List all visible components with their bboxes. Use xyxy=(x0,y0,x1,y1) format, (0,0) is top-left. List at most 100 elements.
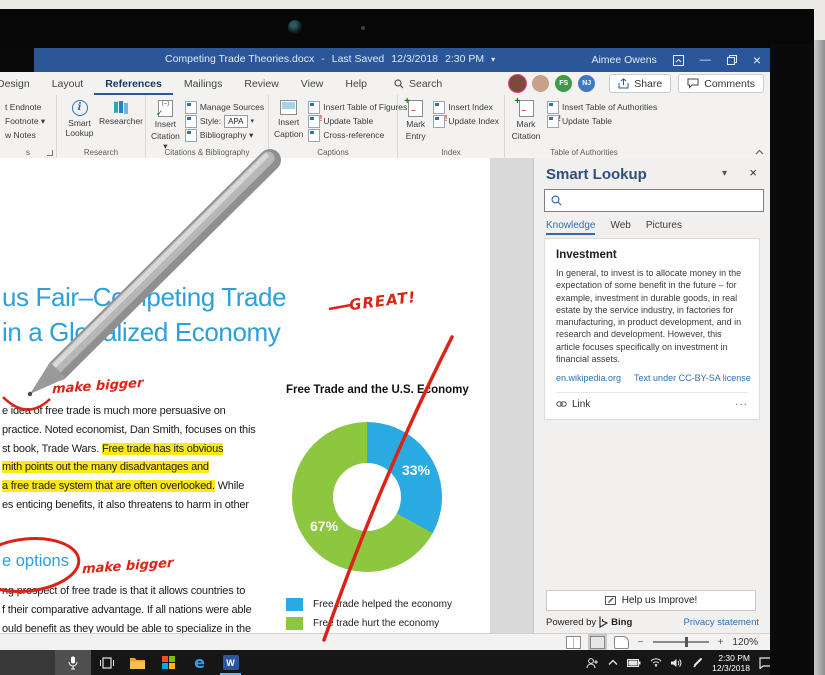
collapse-ribbon-icon[interactable] xyxy=(755,149,764,155)
edge-browser-button[interactable]: e xyxy=(184,650,215,675)
authorities-group-label: Table of Authorities xyxy=(505,148,663,157)
share-button[interactable]: Share xyxy=(609,74,671,93)
link-action[interactable]: Link xyxy=(556,399,590,410)
help-us-improve-button[interactable]: Help us Improve! xyxy=(546,590,756,611)
update-table-authorities-button[interactable]: !Update Table xyxy=(547,115,657,127)
zoom-out-button[interactable]: − xyxy=(638,637,644,648)
smart-lookup-button[interactable]: i Smart Lookup xyxy=(62,98,97,145)
style-icon xyxy=(185,115,197,128)
bibliography-button[interactable]: Bibliography ▾ xyxy=(185,129,264,141)
zoom-slider-thumb[interactable] xyxy=(685,637,688,647)
avatar[interactable]: NJ xyxy=(577,74,596,93)
read-mode-icon[interactable] xyxy=(566,636,581,649)
insert-citation-button[interactable]: (–)✓ Insert Citation ▾ xyxy=(151,98,180,145)
mark-citation-button[interactable]: +– Mark Citation xyxy=(510,98,542,145)
word-window: Competing Trade Theories.docx - Last Sav… xyxy=(0,48,770,650)
insert-table-of-authorities-button[interactable]: Insert Table of Authorities xyxy=(547,101,657,113)
update-table-authorities-label: Update Table xyxy=(562,116,612,126)
pane-close-icon[interactable]: × xyxy=(749,165,757,180)
word-taskbar-button[interactable]: W xyxy=(215,650,246,675)
license-link[interactable]: Text under CC-BY-SA license xyxy=(634,373,751,383)
close-button[interactable]: × xyxy=(753,53,761,67)
signed-in-user[interactable]: Aimee Owens xyxy=(591,54,656,66)
microsoft-store-button[interactable] xyxy=(153,650,184,675)
document-subheading: e options xyxy=(2,552,69,571)
insert-caption-button[interactable]: Insert Caption xyxy=(274,98,303,145)
researcher-button[interactable]: Researcher xyxy=(102,98,140,145)
manage-sources-button[interactable]: Manage Sources xyxy=(185,101,264,113)
donut-chart[interactable]: 33% 67% xyxy=(292,422,442,572)
privacy-statement-link[interactable]: Privacy statement xyxy=(684,617,760,628)
avatar[interactable] xyxy=(508,74,527,93)
document-title-group: Competing Trade Theories.docx - Last Sav… xyxy=(165,53,495,65)
web-layout-icon[interactable] xyxy=(614,636,629,649)
microphone-button[interactable] xyxy=(55,650,91,675)
tab-design[interactable]: Design xyxy=(0,74,41,95)
comments-label: Comments xyxy=(704,78,755,90)
legend-item: Free trade hurt the economy xyxy=(286,617,452,630)
tray-chevron-icon[interactable] xyxy=(608,659,618,666)
restore-button[interactable] xyxy=(727,55,737,65)
last-saved-label: Last Saved xyxy=(332,53,385,65)
source-link[interactable]: en.wikipedia.org xyxy=(556,373,621,383)
avatar[interactable] xyxy=(531,74,550,93)
pane-tab-knowledge[interactable]: Knowledge xyxy=(546,220,595,235)
minimize-button[interactable]: — xyxy=(700,55,711,66)
ribbon-display-options-icon[interactable] xyxy=(673,55,684,66)
mark-citation-label-2: Citation xyxy=(512,131,541,141)
index-group: +– Mark Entry Insert Index !Update Index… xyxy=(398,95,505,158)
zoom-level[interactable]: 120% xyxy=(732,637,758,648)
pane-search-box[interactable] xyxy=(544,189,764,212)
insert-endnote-button[interactable]: t Endnote xyxy=(5,101,51,113)
comments-icon xyxy=(687,78,699,89)
research-group-label: Research xyxy=(57,148,145,157)
task-view-button[interactable] xyxy=(91,650,122,675)
title-separator: - xyxy=(321,53,325,65)
search-label: Search xyxy=(409,78,442,90)
pane-tab-pictures[interactable]: Pictures xyxy=(646,220,682,235)
wifi-icon[interactable] xyxy=(650,658,662,667)
update-table-button[interactable]: !Update Table xyxy=(308,115,407,127)
tab-layout[interactable]: Layout xyxy=(41,74,95,95)
tab-view[interactable]: View xyxy=(290,74,335,95)
tab-help[interactable]: Help xyxy=(334,74,378,95)
avatar[interactable]: FS xyxy=(554,74,573,93)
mark-entry-button[interactable]: +– Mark Entry xyxy=(403,98,428,145)
insert-table-of-figures-button[interactable]: Insert Table of Figures xyxy=(308,101,407,113)
cross-reference-button[interactable]: Cross-reference xyxy=(308,129,407,141)
webcam-sensor-dot xyxy=(361,26,365,30)
pane-options-caret-icon[interactable]: ▾ xyxy=(722,168,727,179)
tab-review[interactable]: Review xyxy=(233,74,289,95)
legend-item: Free trade helped the economy xyxy=(286,598,452,611)
taskbar-clock[interactable]: 2:30 PM 12/3/2018 xyxy=(712,653,750,673)
speaker-icon[interactable] xyxy=(671,658,683,668)
tab-mailings[interactable]: Mailings xyxy=(173,74,234,95)
help-us-improve-label: Help us Improve! xyxy=(622,595,698,606)
people-icon[interactable] xyxy=(586,657,599,669)
next-footnote-button[interactable]: Footnote ▾ xyxy=(5,115,51,127)
print-layout-icon[interactable] xyxy=(590,636,605,649)
system-tray: 2:30 PM 12/3/2018 xyxy=(586,650,773,675)
update-table-authorities-icon: ! xyxy=(547,115,559,128)
file-explorer-button[interactable] xyxy=(122,650,153,675)
comments-button[interactable]: Comments xyxy=(678,74,764,93)
pane-tab-web[interactable]: Web xyxy=(610,220,630,235)
show-notes-button[interactable]: w Notes xyxy=(5,129,51,141)
bibliography-icon xyxy=(185,129,197,142)
style-dropdown[interactable]: Style:APA▾ xyxy=(185,115,264,127)
zoom-in-button[interactable]: + xyxy=(718,637,724,648)
pane-search-input[interactable] xyxy=(567,194,763,207)
pen-icon[interactable] xyxy=(692,657,703,668)
insert-index-button[interactable]: Insert Index xyxy=(433,101,499,113)
document-canvas[interactable]: us Fair–Competing Trade in a Globalized … xyxy=(0,158,490,633)
style-value[interactable]: APA xyxy=(224,115,247,128)
tab-references[interactable]: References xyxy=(94,74,173,95)
saved-dropdown-icon[interactable]: ▾ xyxy=(491,55,495,64)
battery-icon[interactable] xyxy=(627,659,641,667)
more-options-icon[interactable]: ··· xyxy=(735,399,748,410)
dialog-launcher-icon[interactable] xyxy=(47,150,53,156)
zoom-slider[interactable] xyxy=(653,641,709,643)
legend-swatch-blue xyxy=(286,598,303,611)
search-box[interactable]: Search xyxy=(394,78,442,95)
update-index-button[interactable]: !Update Index xyxy=(433,115,499,127)
